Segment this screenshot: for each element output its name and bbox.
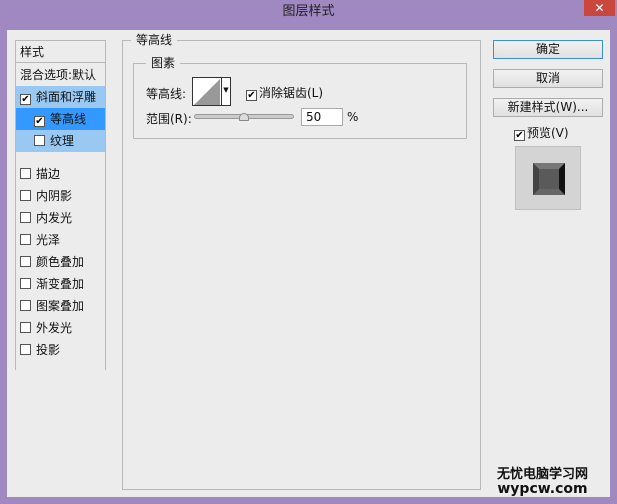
style-item[interactable]: 内发光	[16, 207, 105, 229]
antialias-label: 消除锯齿(L)	[259, 86, 324, 100]
style-item[interactable]: 纹理	[16, 130, 105, 152]
checkbox-icon[interactable]	[20, 212, 31, 223]
range-label: 范围(R):	[146, 112, 192, 126]
ok-button[interactable]: 确定	[493, 40, 603, 59]
close-icon: ✕	[594, 1, 605, 15]
style-item[interactable]: ✔ 斜面和浮雕	[16, 86, 105, 108]
style-item-label: 渐变叠加	[36, 277, 85, 291]
style-item-label: 外发光	[36, 321, 73, 335]
checkbox-icon[interactable]: ✔	[34, 116, 45, 127]
checkbox-icon[interactable]	[20, 168, 31, 179]
style-item-label: 内发光	[36, 211, 73, 225]
style-item[interactable]: 颜色叠加	[16, 251, 105, 273]
style-item-label: 斜面和浮雕	[36, 90, 97, 104]
slider-thumb[interactable]	[239, 113, 249, 121]
checkbox-icon[interactable]: ✔	[20, 94, 31, 105]
checkbox-icon[interactable]	[34, 135, 45, 146]
checkbox-icon[interactable]	[20, 256, 31, 267]
group-title: 图素	[146, 56, 181, 70]
style-item-label: 等高线	[50, 112, 87, 126]
style-item[interactable]: 内阴影	[16, 185, 105, 207]
contour-picker[interactable]: ▼	[192, 77, 231, 106]
checkbox-icon[interactable]	[20, 278, 31, 289]
range-slider[interactable]	[194, 113, 294, 121]
panel-title: 等高线	[131, 33, 178, 47]
close-button[interactable]: ✕	[584, 0, 615, 16]
elements-group: 图素 等高线: ▼ ✔ 消除锯齿(L) 范围(R): 50 %	[133, 56, 467, 139]
style-preview	[515, 146, 581, 210]
bevel-preview-icon	[533, 163, 565, 195]
new-style-button[interactable]: 新建样式(W)...	[493, 98, 603, 117]
watermark-line1: 无忧电脑学习网	[497, 467, 589, 482]
watermark: 无忧电脑学习网 wypcw.com	[497, 467, 589, 497]
watermark-line2: wypcw.com	[497, 481, 588, 497]
contour-panel: 等高线 图素 等高线: ▼ ✔ 消除锯齿(L) 范围(R): 50 %	[122, 33, 481, 490]
range-unit: %	[347, 110, 359, 124]
style-item-label: 投影	[36, 343, 61, 357]
style-item[interactable]: 混合选项:默认	[16, 64, 105, 86]
preview-checkbox[interactable]: ✔ 预览(V)	[514, 124, 569, 141]
chevron-down-icon[interactable]: ▼	[221, 78, 230, 105]
style-item-label: 颜色叠加	[36, 255, 85, 269]
checkbox-icon[interactable]	[20, 190, 31, 201]
checkbox-icon[interactable]	[20, 234, 31, 245]
window-title: 图层样式	[282, 4, 335, 19]
antialias-checkbox[interactable]: ✔ 消除锯齿(L)	[246, 84, 323, 101]
contour-curve-icon	[194, 79, 220, 105]
range-input[interactable]: 50	[301, 108, 343, 126]
checkbox-icon: ✔	[246, 90, 257, 101]
style-item-label: 纹理	[50, 134, 75, 148]
checkbox-icon[interactable]	[20, 322, 31, 333]
styles-list: 样式 混合选项:默认 ✔ 斜面和浮雕 ✔ 等高线纹理描边内阴影内发光光泽颜色叠加渐变叠加…	[15, 40, 106, 370]
checkbox-icon[interactable]	[20, 300, 31, 311]
style-item[interactable]: 描边	[16, 163, 105, 185]
style-item-label: 内阴影	[36, 189, 73, 203]
dialog-body: 样式 混合选项:默认 ✔ 斜面和浮雕 ✔ 等高线纹理描边内阴影内发光光泽颜色叠加渐变叠加…	[7, 30, 610, 497]
style-item-label: 混合选项:默认	[20, 68, 97, 82]
style-item[interactable]: ✔ 等高线	[16, 108, 105, 130]
style-item-label: 描边	[36, 167, 61, 181]
checkbox-icon: ✔	[514, 130, 525, 141]
style-item[interactable]: 图案叠加	[16, 295, 105, 317]
checkbox-icon[interactable]	[20, 344, 31, 355]
style-item-label: 图案叠加	[36, 299, 85, 313]
style-item[interactable]: 渐变叠加	[16, 273, 105, 295]
style-item-label: 光泽	[36, 233, 61, 247]
styles-header: 样式	[16, 41, 105, 63]
cancel-button[interactable]: 取消	[493, 69, 603, 88]
style-item[interactable]: 投影	[16, 339, 105, 361]
preview-label: 预览(V)	[527, 126, 569, 140]
style-item[interactable]: 光泽	[16, 229, 105, 251]
contour-label: 等高线:	[146, 87, 187, 101]
style-item[interactable]: 外发光	[16, 317, 105, 339]
